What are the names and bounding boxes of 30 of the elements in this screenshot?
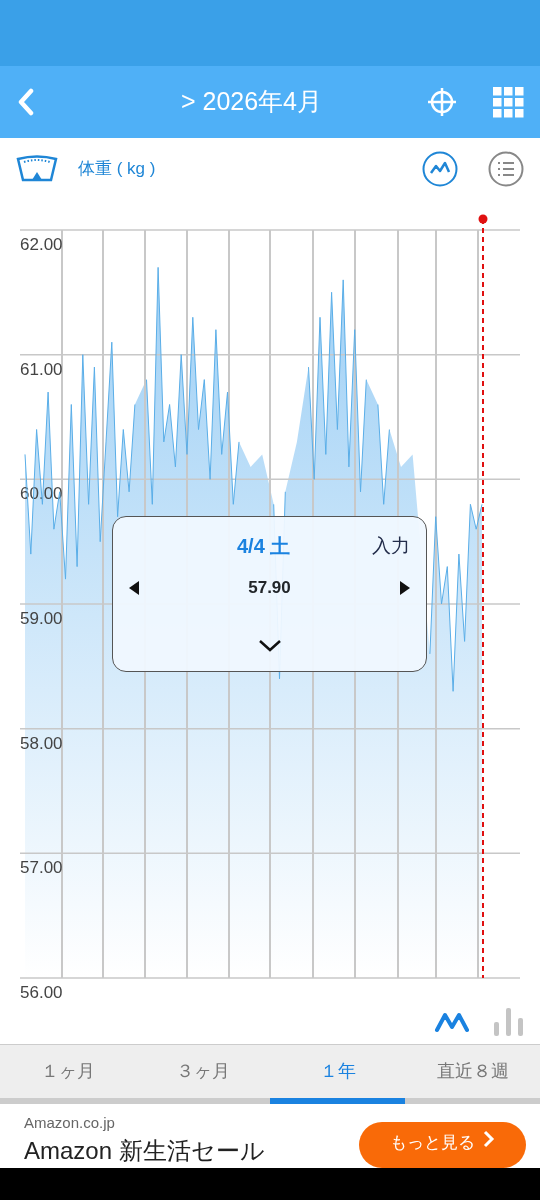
weight-value: 57.90 [248,577,291,599]
back-icon[interactable] [16,88,36,116]
axis-label: 62.00 [20,235,63,254]
grid-menu-icon[interactable] [493,86,524,118]
axis-label: 61.00 [20,359,63,379]
axis-label: 56.00 [20,983,63,1000]
ad-source: Amazon.co.jp [24,1113,115,1133]
axis-label: 59.00 [20,609,63,628]
more-button[interactable]: もっと見る [359,1122,526,1168]
window-title: > 2026年4月 [179,86,324,118]
input-link[interactable]: 入力 [372,531,410,561]
chevron-right-icon [483,1130,495,1148]
scale-icon [16,155,58,183]
period-tab[interactable]: １年 [270,1045,405,1104]
crosshair-icon[interactable] [427,87,457,117]
list-icon[interactable] [488,151,524,187]
next-icon[interactable] [400,580,410,595]
chevron-down-icon[interactable] [257,638,282,653]
metric-label: 体重 ( kg ) [78,158,157,181]
previous-icon[interactable] [129,580,139,595]
axis-label: 60.00 [20,484,63,504]
line-chart-icon[interactable] [422,151,458,187]
period-tab[interactable]: 直近８週 [405,1045,540,1104]
date-label: 4/4 土 [237,534,291,559]
ad-headline: Amazon 新生活セール [24,1138,265,1163]
line-graph-icon[interactable] [434,1010,470,1034]
period-tab[interactable]: １ヶ月 [0,1045,135,1104]
axis-label: 58.00 [20,733,63,753]
axis-label: 57.00 [20,858,63,878]
period-tab[interactable]: ３ヶ月 [135,1045,270,1104]
